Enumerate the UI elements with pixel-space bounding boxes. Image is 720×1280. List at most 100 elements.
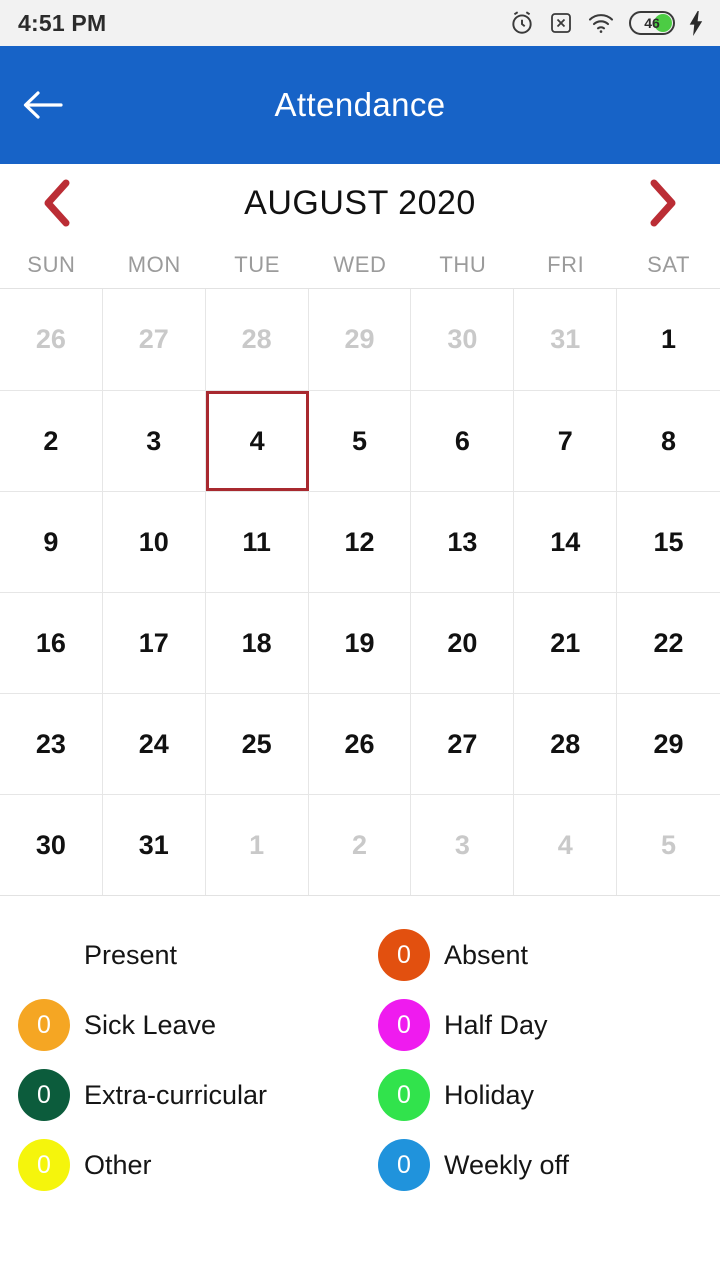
calendar-day-cell[interactable]: 26 (309, 694, 412, 794)
back-button[interactable] (0, 88, 86, 122)
legend-item[interactable]: 0 Sick Leave (0, 999, 360, 1051)
calendar-day-number: 29 (653, 728, 684, 759)
calendar-day-cell[interactable]: 30 (411, 289, 515, 390)
calendar-day-cell[interactable]: 18 (206, 593, 309, 693)
calendar-day-cell[interactable]: 2 (0, 391, 103, 491)
calendar-day-cell[interactable]: 28 (514, 694, 618, 794)
calendar-week-row: 23 24 25 26 27 28 29 (0, 693, 720, 794)
calendar-day-cell[interactable]: 11 (206, 492, 309, 592)
calendar-day-cell[interactable]: 14 (514, 492, 618, 592)
calendar-day-number: 28 (550, 728, 581, 759)
calendar-day-number: 10 (138, 526, 169, 557)
calendar-day-today[interactable]: 4 (205, 391, 309, 491)
calendar-day-cell[interactable]: 5 (617, 795, 720, 895)
calendar-day-cell[interactable]: 30 (0, 795, 103, 895)
weekday-sat: SAT (647, 252, 691, 277)
calendar-day-cell[interactable]: 10 (103, 492, 206, 592)
prev-month-button[interactable] (30, 177, 84, 229)
calendar-day-cell[interactable]: 17 (103, 593, 206, 693)
legend-item[interactable]: 0 Holiday (360, 1069, 720, 1121)
calendar-day-cell[interactable]: 13 (411, 492, 515, 592)
status-icons: 46 (509, 10, 704, 36)
calendar-day-number: 6 (454, 425, 470, 456)
calendar-day-cell[interactable]: 27 (411, 694, 515, 794)
legend-count-badge: 0 (18, 929, 70, 981)
legend-label: Present (84, 939, 178, 970)
calendar-day-cell[interactable]: 29 (309, 289, 412, 390)
alarm-icon (509, 10, 535, 36)
legend-item[interactable]: 0 Extra-curricular (0, 1069, 360, 1121)
calendar-day-cell[interactable]: 5 (309, 391, 412, 491)
calendar-day-cell[interactable]: 7 (514, 391, 618, 491)
calendar-day-number: 4 (557, 829, 573, 860)
status-bar: 4:51 PM 46 (0, 0, 720, 46)
calendar-day-number: 17 (138, 627, 169, 658)
calendar-day-cell[interactable]: 4 (514, 795, 618, 895)
calendar-day-number: 26 (35, 324, 66, 354)
calendar-day-cell[interactable]: 12 (309, 492, 412, 592)
legend-item[interactable]: 0 Weekly off (360, 1139, 720, 1191)
chevron-left-icon (44, 179, 70, 227)
calendar-day-cell[interactable]: 27 (103, 289, 206, 390)
legend-item[interactable]: 0 Present (0, 929, 360, 981)
calendar-week-row: 26 27 28 29 30 31 1 (0, 289, 720, 390)
calendar-day-number: 2 (351, 829, 367, 860)
calendar-day-number: 23 (35, 728, 66, 759)
calendar-day-number: 29 (344, 324, 375, 354)
calendar-day-cell[interactable]: 24 (103, 694, 206, 794)
weekday-header: SUN MON TUE WED THU FRI SAT (0, 242, 720, 288)
calendar-day-cell[interactable]: 16 (0, 593, 103, 693)
month-navigation: AUGUST 2020 (0, 164, 720, 242)
calendar-day-cell[interactable]: 26 (0, 289, 103, 390)
legend-row: 0 Other 0 Weekly off (0, 1130, 720, 1200)
page-title: Attendance (274, 86, 446, 123)
legend-count-badge: 0 (378, 1139, 430, 1191)
weekday-wed: WED (333, 252, 387, 277)
calendar-day-cell[interactable]: 3 (103, 391, 206, 491)
calendar-day-cell[interactable]: 21 (514, 593, 618, 693)
calendar-day-number: 20 (447, 627, 478, 658)
calendar-day-number: 9 (43, 526, 59, 557)
calendar-day-cell[interactable]: 9 (0, 492, 103, 592)
legend-item[interactable]: 0 Half Day (360, 999, 720, 1051)
calendar-day-cell[interactable]: 31 (103, 795, 206, 895)
wifi-icon (587, 11, 615, 35)
calendar-day-cell[interactable]: 2 (309, 795, 412, 895)
calendar-day-cell[interactable]: 28 (206, 289, 309, 390)
calendar-day-cell[interactable]: 20 (411, 593, 515, 693)
calendar-day-cell[interactable]: 29 (617, 694, 720, 794)
calendar-day-number: 30 (447, 324, 478, 354)
calendar-day-cell[interactable]: 1 (617, 289, 720, 390)
legend-label: Extra-curricular (84, 1079, 268, 1110)
calendar-day-cell[interactable]: 3 (411, 795, 515, 895)
calendar-day-cell[interactable]: 25 (206, 694, 309, 794)
calendar-day-number: 28 (241, 324, 272, 354)
calendar-day-cell[interactable]: 8 (617, 391, 720, 491)
calendar-day-number: 24 (138, 728, 169, 759)
calendar-day-cell[interactable]: 22 (617, 593, 720, 693)
calendar-day-cell[interactable]: 1 (206, 795, 309, 895)
weekday-tue: TUE (234, 252, 281, 277)
legend-row: 0 Present 0 Absent (0, 920, 720, 990)
no-sim-icon (549, 11, 573, 35)
calendar-day-number: 31 (550, 324, 581, 354)
legend-label: Half Day (444, 1009, 548, 1040)
calendar-day-number: 26 (344, 728, 375, 759)
next-month-button[interactable] (636, 177, 690, 229)
legend-row: 0 Extra-curricular 0 Holiday (0, 1060, 720, 1130)
calendar-day-number: 16 (35, 627, 66, 658)
legend-item[interactable]: 0 Absent (360, 929, 720, 981)
app-bar: Attendance (0, 46, 720, 164)
calendar-day-cell[interactable]: 19 (309, 593, 412, 693)
battery-icon: 46 (629, 11, 675, 35)
legend-label: Holiday (444, 1079, 535, 1110)
calendar-day-cell[interactable]: 31 (514, 289, 618, 390)
legend-item[interactable]: 0 Other (0, 1139, 360, 1191)
calendar-week-row: 16 17 18 19 20 21 22 (0, 592, 720, 693)
calendar-day-cell[interactable]: 6 (411, 391, 515, 491)
calendar-week-row: 30 31 1 2 3 4 5 (0, 794, 720, 895)
calendar-day-cell[interactable]: 15 (617, 492, 720, 592)
legend-label: Weekly off (444, 1149, 570, 1180)
legend-count-badge: 0 (378, 1069, 430, 1121)
calendar-day-cell[interactable]: 23 (0, 694, 103, 794)
